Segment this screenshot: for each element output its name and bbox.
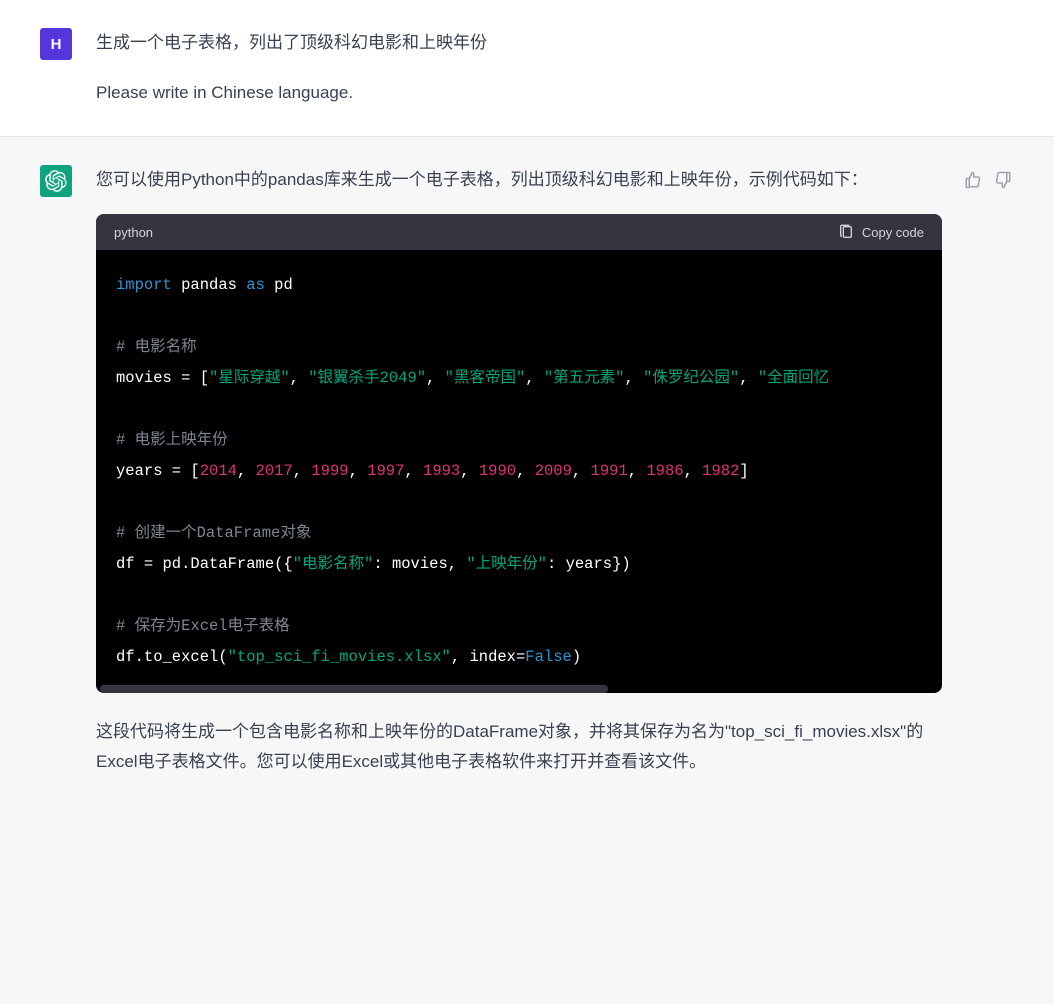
assistant-avatar [40, 165, 72, 197]
code-language-label: python [114, 225, 153, 240]
assistant-message: 您可以使用Python中的pandas库来生成一个电子表格，列出顶级科幻电影和上… [0, 137, 1054, 1004]
horizontal-scrollbar[interactable] [100, 685, 608, 693]
code-content[interactable]: import pandas as pd # 电影名称 movies = ["星际… [96, 250, 942, 693]
user-avatar: H [40, 28, 72, 60]
openai-logo-icon [45, 170, 67, 192]
thumbs-down-icon [994, 171, 1012, 189]
copy-code-button[interactable]: Copy code [838, 224, 924, 240]
thumbs-up-button[interactable] [962, 169, 984, 191]
code-header: python Copy code [96, 214, 942, 250]
feedback-buttons [962, 169, 1014, 777]
clipboard-icon [838, 224, 854, 240]
user-text-line2: Please write in Chinese language. [96, 78, 1014, 108]
assistant-outro-text: 这段代码将生成一个包含电影名称和上映年份的DataFrame对象，并将其保存为名… [96, 717, 942, 777]
avatar-letter: H [51, 36, 62, 53]
thumbs-down-button[interactable] [992, 169, 1014, 191]
user-message-content: 生成一个电子表格，列出了顶级科幻电影和上映年份 Please write in … [96, 28, 1014, 108]
user-message: H 生成一个电子表格，列出了顶级科幻电影和上映年份 Please write i… [0, 0, 1054, 137]
copy-code-label: Copy code [862, 225, 924, 240]
code-block: python Copy code import pandas as pd # 电… [96, 214, 942, 693]
thumbs-up-icon [964, 171, 982, 189]
user-text-line1: 生成一个电子表格，列出了顶级科幻电影和上映年份 [96, 28, 1014, 58]
assistant-intro-text: 您可以使用Python中的pandas库来生成一个电子表格，列出顶级科幻电影和上… [96, 165, 942, 195]
